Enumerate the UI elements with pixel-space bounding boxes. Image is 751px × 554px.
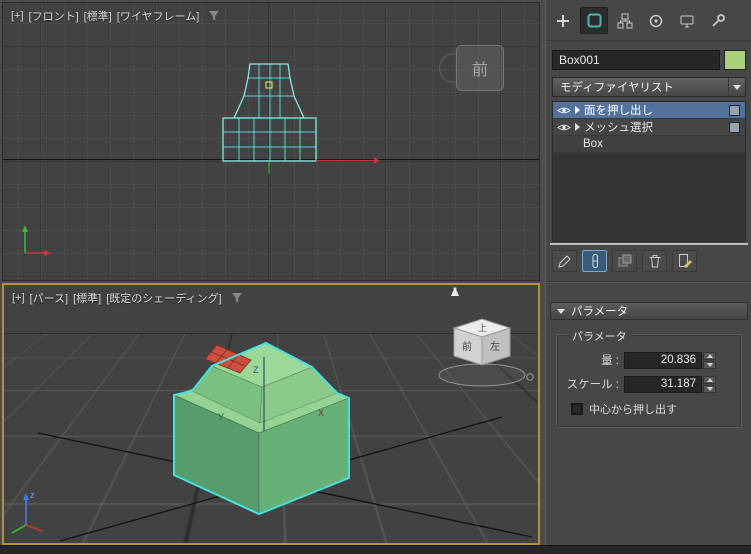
display-icon	[680, 15, 694, 27]
spinner-up-icon	[706, 353, 713, 358]
spinner-up-icon	[706, 377, 713, 382]
spinner-down-icon	[706, 362, 713, 367]
spinner-down-icon	[706, 386, 713, 391]
modify-icon	[587, 13, 601, 28]
remove-modifier-button[interactable]	[642, 250, 667, 272]
spinner-up-button[interactable]	[703, 375, 716, 384]
scale-spinner[interactable]	[703, 375, 716, 393]
amount-input[interactable]: 20.836	[624, 351, 702, 369]
chevron-down-icon	[733, 84, 741, 90]
viewcube-front-ghost[interactable]: 前	[456, 45, 504, 91]
svg-text:X: X	[318, 408, 324, 418]
svg-text:前: 前	[462, 340, 472, 353]
tab-utilities[interactable]	[704, 7, 732, 34]
show-end-result-icon	[592, 254, 598, 268]
viewport-menu-shading[interactable]: [ワイヤフレーム]	[117, 8, 199, 24]
viewport-menu-plus[interactable]: [+]	[12, 292, 25, 304]
make-unique-button[interactable]	[612, 250, 637, 272]
pin-stack-icon	[557, 255, 571, 268]
svg-text:Z: Z	[253, 365, 259, 375]
tab-display[interactable]	[673, 7, 701, 34]
expand-arrow-icon[interactable]	[575, 106, 580, 114]
object-name-field[interactable]: Box001	[552, 50, 720, 70]
axis-tripod-front	[22, 225, 51, 256]
3ds-max-window: [+] [フロント] [標準] [ワイヤフレーム] 前 [+] [パース] [標…	[0, 0, 751, 554]
configure-icon	[678, 254, 692, 268]
viewport-menu-standard[interactable]: [標準]	[84, 8, 112, 24]
perspective-viewport-label: [+] [パース] [標準] [既定のシェーディング]	[12, 290, 243, 306]
scale-label: スケール :	[566, 379, 619, 391]
tab-motion[interactable]	[642, 7, 670, 34]
modifier-row-face-extrude[interactable]: 面を押し出し	[553, 102, 745, 119]
scale-input[interactable]: 31.187	[624, 375, 702, 393]
filter-icon[interactable]	[208, 10, 220, 22]
viewport-menu-standard[interactable]: [標準]	[73, 290, 101, 306]
parameters-rollout-header[interactable]: パラメータ	[550, 302, 748, 320]
show-end-result-button[interactable]	[582, 250, 607, 272]
amount-param-row: 量 : 20.836	[557, 351, 741, 369]
spinner-down-button[interactable]	[703, 384, 716, 393]
status-bar-edge	[0, 545, 751, 554]
tab-hierarchy[interactable]	[611, 7, 639, 34]
amount-spinner[interactable]	[703, 351, 716, 369]
create-icon	[557, 14, 569, 27]
utilities-icon	[712, 13, 725, 27]
viewcube-menu-dot	[526, 373, 534, 381]
svg-text:z: z	[30, 490, 35, 500]
motion-icon	[649, 14, 663, 27]
checkbox-label: 中心から押し出す	[589, 404, 677, 416]
rollout-collapse-icon	[557, 308, 565, 314]
viewport-menu-shading[interactable]: [既定のシェーディング]	[106, 290, 221, 306]
spinner-up-button[interactable]	[703, 351, 716, 360]
svg-text:左: 左	[490, 340, 500, 353]
svg-text:Y: Y	[218, 412, 224, 422]
filter-icon[interactable]	[231, 292, 243, 304]
spinner-down-button[interactable]	[703, 360, 716, 369]
modifier-row-mesh-select[interactable]: メッシュ選択	[553, 119, 745, 136]
configure-modifier-button[interactable]	[672, 250, 697, 272]
tabs-divider	[546, 40, 751, 41]
command-panel: Box001 モディファイヤリスト 面を押し出し メッシュ選択 Box パラメー…	[545, 0, 751, 545]
eye-icon[interactable]	[557, 123, 571, 132]
viewport-perspective[interactable]: [+] [パース] [標準] [既定のシェーディング] Z Y X z 上 前 …	[2, 283, 540, 545]
eye-icon[interactable]	[557, 106, 571, 115]
modifier-toggle-box[interactable]	[729, 121, 740, 133]
tab-modify[interactable]	[580, 7, 608, 34]
parameters-group: パラメータ 量 : 20.836 スケール : 31.187 中心から押し出す	[556, 328, 742, 428]
amount-label: 量 :	[601, 355, 619, 367]
modifier-row-box[interactable]: Box	[553, 136, 745, 153]
modifier-list-dropdown[interactable]: モディファイヤリスト	[552, 77, 746, 97]
face-extrude-gizmo	[265, 81, 273, 89]
tab-create[interactable]	[549, 7, 577, 34]
svg-text:上: 上	[478, 323, 487, 333]
extrude-from-center-checkbox[interactable]	[571, 403, 583, 415]
viewport-menu-plus[interactable]: [+]	[11, 10, 24, 22]
trash-icon	[649, 255, 660, 268]
make-unique-icon	[618, 254, 631, 267]
scene-object-icon	[451, 287, 459, 296]
viewport-menu-view[interactable]: [パース]	[30, 290, 69, 306]
axis-tripod-perspective: z	[11, 490, 43, 534]
hierarchy-icon	[617, 13, 633, 28]
viewport-menu-view[interactable]: [フロント]	[29, 8, 79, 24]
scale-param-row: スケール : 31.187	[557, 375, 741, 393]
expand-arrow-icon[interactable]	[575, 123, 580, 131]
modifier-stack-list: 面を押し出し メッシュ選択 Box	[552, 101, 746, 242]
extrude-from-center-row[interactable]: 中心から押し出す	[571, 401, 677, 417]
viewport-front[interactable]: [+] [フロント] [標準] [ワイヤフレーム] 前	[2, 2, 540, 281]
viewcube-perspective[interactable]: 上 前 左	[432, 313, 538, 393]
object-color-swatch[interactable]	[724, 50, 746, 70]
stack-toolbar	[552, 250, 697, 272]
group-title: パラメータ	[567, 328, 632, 344]
modifier-toggle-box[interactable]	[729, 104, 740, 116]
command-panel-tabs	[549, 7, 732, 37]
stack-resize-splitter[interactable]	[550, 243, 748, 245]
front-viewport-label: [+] [フロント] [標準] [ワイヤフレーム]	[11, 8, 220, 24]
pin-stack-button[interactable]	[552, 250, 577, 272]
panel-divider	[546, 281, 751, 283]
